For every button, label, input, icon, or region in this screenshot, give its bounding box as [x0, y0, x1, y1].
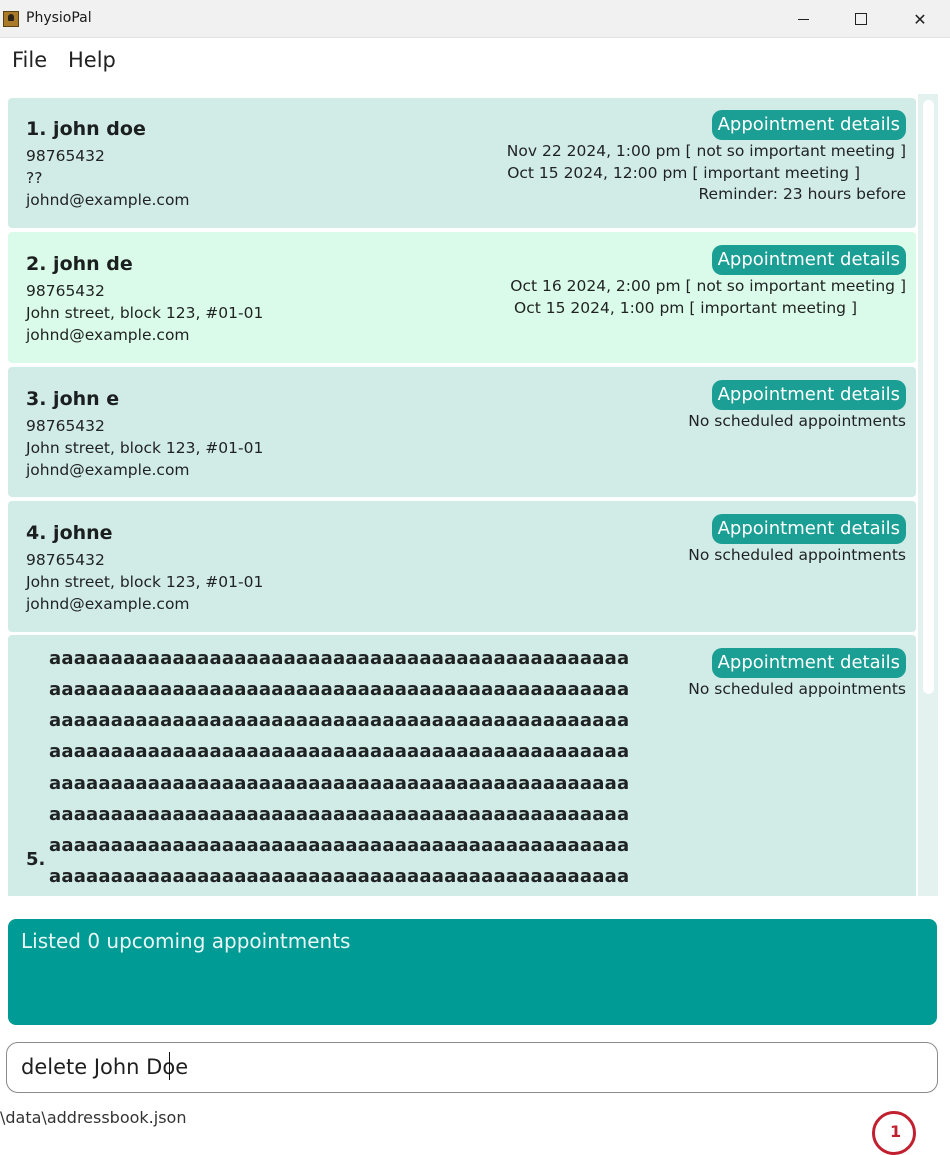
- patient-card[interactable]: 4. johne 98765432 John street, block 123…: [8, 501, 916, 632]
- patient-email: johnd@example.com: [26, 595, 190, 613]
- appointment-details-button[interactable]: Appointment details: [711, 648, 906, 678]
- appointment-reminder: Reminder: 23 hours before: [698, 185, 906, 203]
- maximize-button[interactable]: [832, 0, 890, 38]
- appointment-details-button[interactable]: Appointment details: [711, 514, 906, 544]
- menu-help[interactable]: Help: [68, 48, 116, 72]
- title-bar: PhysioPal ✕: [0, 0, 950, 38]
- patient-address: John street, block 123, #01-01: [26, 439, 264, 457]
- result-display: Listed 0 upcoming appointments: [8, 919, 937, 1025]
- maximize-icon: [855, 13, 867, 25]
- patient-name-line: aaaaaaaaaaaaaaaaaaaaaaaaaaaaaaaaaaaaaaaa…: [49, 835, 630, 856]
- patient-name-line: aaaaaaaaaaaaaaaaaaaaaaaaaaaaaaaaaaaaaaaa…: [49, 710, 630, 731]
- command-input[interactable]: [21, 1055, 901, 1079]
- minimize-icon: [797, 18, 809, 20]
- close-icon: ✕: [913, 9, 927, 29]
- app-icon: [3, 11, 19, 27]
- menu-file[interactable]: File: [12, 48, 47, 72]
- patient-name-line: aaaaaaaaaaaaaaaaaaaaaaaaaaaaaaaaaaaaaaaa…: [49, 679, 630, 700]
- patient-address: John street, block 123, #01-01: [26, 304, 264, 322]
- no-appointments-text: No scheduled appointments: [688, 680, 906, 698]
- close-button[interactable]: ✕: [891, 0, 949, 38]
- patient-card[interactable]: 1. john doe 98765432 ?? johnd@example.co…: [8, 98, 916, 228]
- appointment-details-button[interactable]: Appointment details: [711, 380, 906, 410]
- command-box[interactable]: [6, 1042, 938, 1093]
- window-title: PhysioPal: [26, 10, 92, 26]
- patient-phone: 98765432: [26, 417, 105, 435]
- patient-name: 4. johne: [26, 522, 113, 544]
- patient-address: ??: [26, 169, 43, 187]
- patient-address: John street, block 123, #01-01: [26, 573, 264, 591]
- patient-card[interactable]: 3. john e 98765432 John street, block 12…: [8, 367, 916, 497]
- patient-card[interactable]: aaaaaaaaaaaaaaaaaaaaaaaaaaaaaaaaaaaaaaaa…: [8, 635, 916, 896]
- no-appointments-text: No scheduled appointments: [688, 546, 906, 564]
- patient-list[interactable]: 1. john doe 98765432 ?? johnd@example.co…: [0, 90, 950, 896]
- result-text: Listed 0 upcoming appointments: [21, 929, 351, 953]
- patient-card[interactable]: 2. john de 98765432 John street, block 1…: [8, 232, 916, 363]
- patient-email: johnd@example.com: [26, 461, 190, 479]
- appointment-details-button[interactable]: Appointment details: [711, 245, 906, 275]
- patient-phone: 98765432: [26, 282, 105, 300]
- patient-name-line: aaaaaaaaaaaaaaaaaaaaaaaaaaaaaaaaaaaaaaaa…: [49, 804, 630, 825]
- text-caret: [169, 1052, 170, 1080]
- patient-name: 2. john de: [26, 253, 133, 275]
- patient-phone: 98765432: [26, 147, 105, 165]
- no-appointments-text: No scheduled appointments: [688, 412, 906, 430]
- appointment-entry: Oct 15 2024, 12:00 pm [ important meetin…: [507, 164, 860, 182]
- patient-name-line: aaaaaaaaaaaaaaaaaaaaaaaaaaaaaaaaaaaaaaaa…: [49, 866, 630, 887]
- menu-bar: File Help: [0, 38, 950, 84]
- patient-email: johnd@example.com: [26, 191, 190, 209]
- notification-icon[interactable]: [872, 1111, 916, 1155]
- patient-name-line: aaaaaaaaaaaaaaaaaaaaaaaaaaaaaaaaaaaaaaaa…: [49, 741, 630, 762]
- patient-name: 3. john e: [26, 388, 120, 410]
- status-bar-path: \data\addressbook.json: [0, 1108, 187, 1127]
- appointment-entry: Oct 16 2024, 2:00 pm [ not so important …: [510, 277, 906, 295]
- patient-name-line: aaaaaaaaaaaaaaaaaaaaaaaaaaaaaaaaaaaaaaaa…: [49, 773, 630, 794]
- appointment-entry: Nov 22 2024, 1:00 pm [ not so important …: [506, 142, 906, 160]
- patient-email: johnd@example.com: [26, 326, 190, 344]
- scrollbar-thumb[interactable]: [923, 100, 934, 694]
- patient-index: 5.: [26, 849, 46, 870]
- patient-name: 1. john doe: [26, 118, 146, 140]
- appointment-details-button[interactable]: Appointment details: [711, 110, 906, 140]
- minimize-button[interactable]: [774, 0, 832, 38]
- patient-phone: 98765432: [26, 551, 105, 569]
- patient-name-line: aaaaaaaaaaaaaaaaaaaaaaaaaaaaaaaaaaaaaaaa…: [49, 648, 630, 669]
- appointment-entry: Oct 15 2024, 1:00 pm [ important meeting…: [514, 299, 857, 317]
